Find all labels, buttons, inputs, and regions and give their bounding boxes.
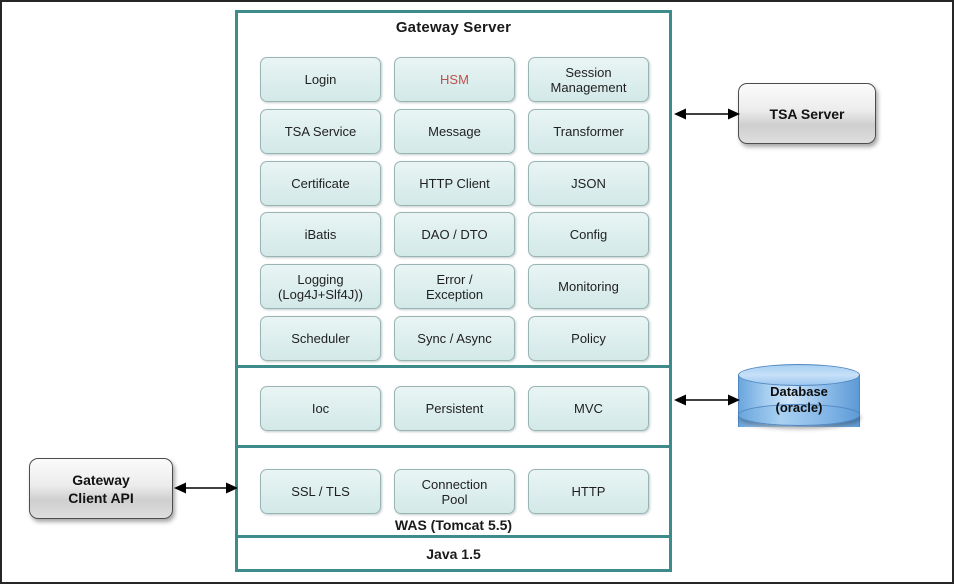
component-http-client[interactable]: HTTP Client bbox=[394, 161, 515, 206]
component-policy[interactable]: Policy bbox=[528, 316, 649, 361]
cylinder-top bbox=[738, 364, 860, 386]
component-http[interactable]: HTTP bbox=[528, 469, 649, 514]
component-row: iBatis DAO / DTO Config bbox=[260, 212, 649, 257]
component-row: Certificate HTTP Client JSON bbox=[260, 161, 649, 206]
java-platform-label: Java 1.5 bbox=[426, 546, 481, 562]
component-certificate[interactable]: Certificate bbox=[260, 161, 381, 206]
component-json[interactable]: JSON bbox=[528, 161, 649, 206]
connector-gateway-client-to-gateway-icon bbox=[174, 482, 238, 494]
database-label: Database (oracle) bbox=[770, 384, 828, 415]
component-ibatis[interactable]: iBatis bbox=[260, 212, 381, 257]
component-login[interactable]: Login bbox=[260, 57, 381, 102]
component-tsa-service[interactable]: TSA Service bbox=[260, 109, 381, 154]
component-dao-dto[interactable]: DAO / DTO bbox=[394, 212, 515, 257]
component-transformer[interactable]: Transformer bbox=[528, 109, 649, 154]
connector-gateway-to-database-icon bbox=[674, 394, 740, 406]
gateway-server-title: Gateway Server bbox=[395, 19, 512, 36]
external-node-database[interactable]: Database (oracle) bbox=[738, 364, 860, 436]
component-row: SSL / TLS Connection Pool HTTP bbox=[260, 469, 649, 514]
component-row: TSA Service Message Transformer bbox=[260, 109, 649, 154]
was-section-label: WAS (Tomcat 5.5) bbox=[394, 517, 513, 533]
connector-gateway-to-tsa-server-icon bbox=[674, 108, 740, 120]
component-monitoring[interactable]: Monitoring bbox=[528, 264, 649, 309]
component-logging[interactable]: Logging (Log4J+Slf4J)) bbox=[260, 264, 381, 309]
component-scheduler[interactable]: Scheduler bbox=[260, 316, 381, 361]
external-node-gateway-client-api[interactable]: Gateway Client API bbox=[29, 458, 173, 519]
component-row: Scheduler Sync / Async Policy bbox=[260, 316, 649, 361]
component-config[interactable]: Config bbox=[528, 212, 649, 257]
section-divider-framework bbox=[238, 365, 669, 368]
gateway-server-frame: Gateway Server Login HSM Session Manageme… bbox=[235, 10, 672, 572]
component-connection-pool[interactable]: Connection Pool bbox=[394, 469, 515, 514]
external-node-tsa-server[interactable]: TSA Server bbox=[738, 83, 876, 144]
section-divider-was bbox=[238, 445, 669, 448]
component-row: Ioc Persistent MVC bbox=[260, 386, 649, 431]
component-row: Logging (Log4J+Slf4J)) Error / Exception M… bbox=[260, 264, 649, 309]
component-ssl-tls[interactable]: SSL / TLS bbox=[260, 469, 381, 514]
component-ioc[interactable]: Ioc bbox=[260, 386, 381, 431]
component-persistent[interactable]: Persistent bbox=[394, 386, 515, 431]
diagram-canvas: Gateway Server Login HSM Session Manageme… bbox=[0, 0, 954, 584]
component-session-management[interactable]: Session Management bbox=[528, 57, 649, 102]
section-divider-java bbox=[238, 535, 669, 538]
component-mvc[interactable]: MVC bbox=[528, 386, 649, 431]
component-sync-async[interactable]: Sync / Async bbox=[394, 316, 515, 361]
component-row: Login HSM Session Management bbox=[260, 57, 649, 102]
component-error-exception[interactable]: Error / Exception bbox=[394, 264, 515, 309]
component-hsm[interactable]: HSM bbox=[394, 57, 515, 102]
component-message[interactable]: Message bbox=[394, 109, 515, 154]
